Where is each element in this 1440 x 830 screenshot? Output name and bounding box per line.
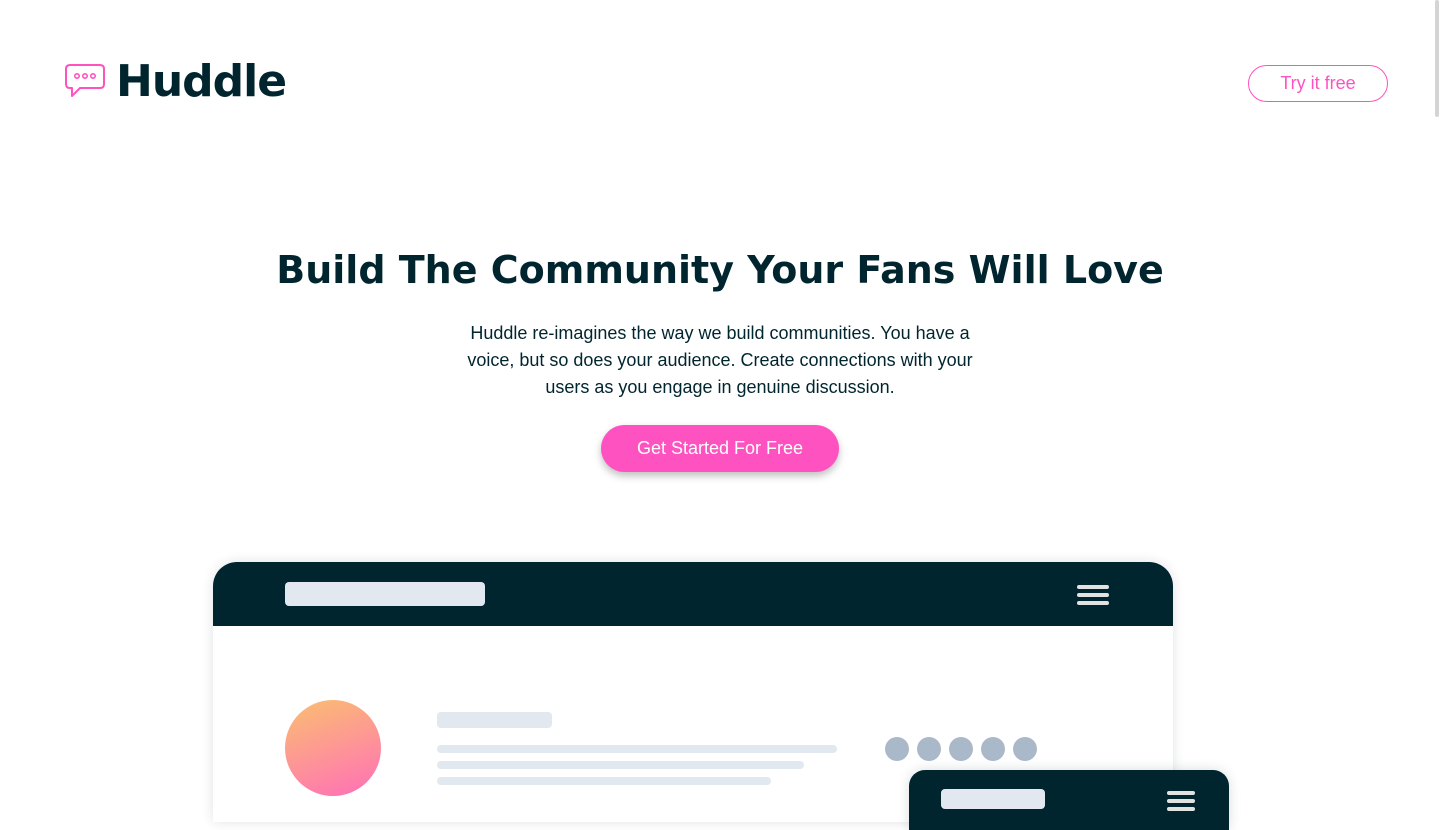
mockup-heading-skeleton	[437, 712, 552, 728]
hero-title: Build The Community Your Fans Will Love	[276, 248, 1164, 292]
mobile-mockup-illustration	[909, 770, 1229, 830]
mockup-dot	[885, 737, 909, 761]
mockup-dot	[917, 737, 941, 761]
scrollbar[interactable]	[1435, 0, 1439, 117]
mockup-topbar	[213, 562, 1173, 626]
mockup-text-line	[437, 745, 837, 753]
mockup-dot	[949, 737, 973, 761]
try-it-free-button[interactable]: Try it free	[1248, 65, 1388, 102]
chat-bubble-icon	[65, 64, 105, 97]
mockup-text-line	[437, 777, 771, 785]
mockup-dot	[981, 737, 1005, 761]
mockup-avatar	[285, 700, 381, 796]
mockup-dot	[1013, 737, 1037, 761]
mockup-text-line	[437, 761, 804, 769]
site-header: Huddle Try it free	[0, 0, 1440, 160]
mockup-url-bar	[941, 789, 1045, 809]
hamburger-icon	[1077, 585, 1109, 609]
get-started-button[interactable]: Get Started For Free	[601, 425, 839, 472]
logo-text: Huddle	[116, 56, 287, 107]
hamburger-icon	[1167, 791, 1195, 815]
logo[interactable]: Huddle	[64, 56, 287, 107]
mockup-url-bar	[285, 582, 485, 606]
hero-description: Huddle re-imagines the way we build comm…	[467, 323, 973, 397]
